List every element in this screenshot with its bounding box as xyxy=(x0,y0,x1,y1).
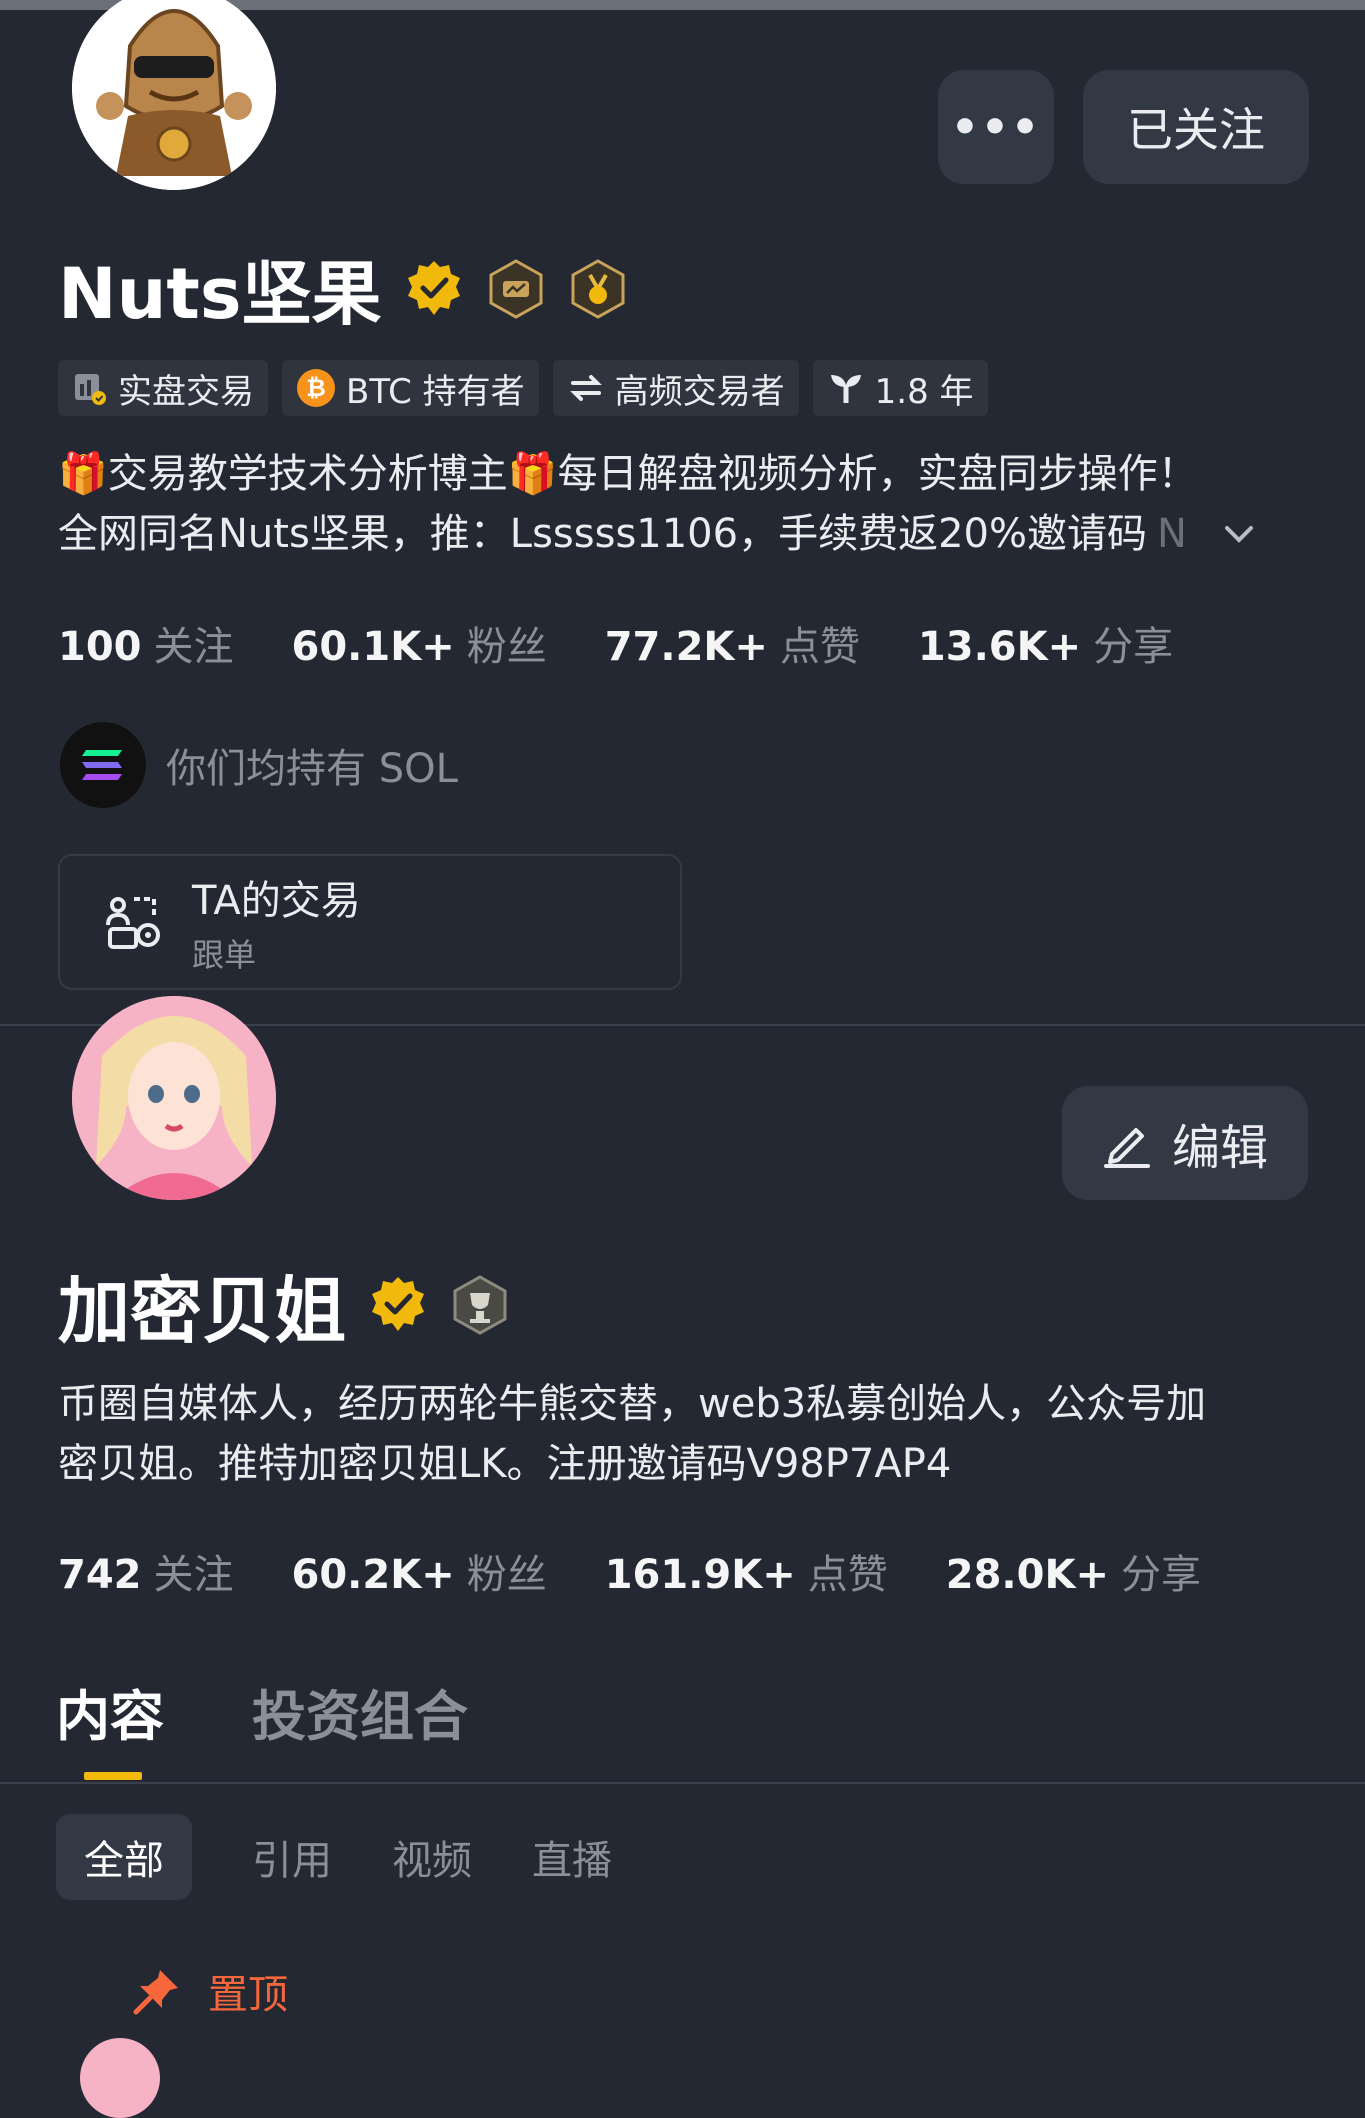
tabs-divider xyxy=(0,1782,1365,1784)
tab-content[interactable]: 内容 xyxy=(56,1672,164,1780)
bio-line: 全网同名Nuts坚果，推：Lsssss1106，手续费返20%邀请码 xyxy=(58,511,1147,557)
copy-trade-icon xyxy=(106,897,160,949)
svg-text:₿: ₿ xyxy=(306,374,326,402)
avatar-beijie[interactable] xyxy=(72,996,276,1200)
pin-icon xyxy=(133,1970,178,2015)
bio-line: 🎁交易教学技术分析博主🎁每日解盘视频分析，实盘同步操作！ xyxy=(58,451,1198,497)
tag-years[interactable]: 1.8 年 xyxy=(812,360,988,416)
profile-bio[interactable]: 🎁交易教学技术分析博主🎁每日解盘视频分析，实盘同步操作！ 全网同名Nuts坚果，… xyxy=(58,444,1318,564)
tag-label: 1.8 年 xyxy=(874,371,974,412)
stat-followers[interactable]: 60.1K+ 粉丝 xyxy=(292,614,547,672)
profile-stats: 100 关注 60.1K+ 粉丝 77.2K+ 点赞 13.6K+ 分享 xyxy=(58,614,1173,672)
tag-real-trading[interactable]: 实盘交易 xyxy=(58,360,268,416)
bio-line: 币圈自媒体人，经历两轮牛熊交替，web3私募创始人，公众号加 xyxy=(58,1381,1207,1427)
tag-btc-holder[interactable]: ₿ BTC 持有者 xyxy=(282,360,539,416)
pencil-icon xyxy=(1103,1128,1150,1168)
stat-shares: 28.0K+ 分享 xyxy=(945,1552,1201,1598)
subtab-label: 视频 xyxy=(392,1838,472,1884)
subtab-quote[interactable]: 引用 xyxy=(252,1828,332,1886)
sub-tabs: 全部 引用 视频 直播 xyxy=(56,1814,612,1900)
post-author-avatar[interactable] xyxy=(80,2038,160,2118)
subtab-label: 直播 xyxy=(532,1838,612,1884)
subtab-all[interactable]: 全部 xyxy=(56,1814,192,1900)
subtab-label: 全部 xyxy=(84,1838,164,1884)
subtab-label: 引用 xyxy=(252,1838,332,1884)
following-button[interactable]: 已关注 xyxy=(1083,70,1309,184)
chart-verify-icon xyxy=(75,374,106,405)
tab-portfolio[interactable]: 投资组合 xyxy=(252,1672,468,1751)
trade-card[interactable]: TA的交易 跟单 xyxy=(58,854,682,990)
medal-badge-icon[interactable] xyxy=(568,258,628,319)
tag-label: 实盘交易 xyxy=(118,371,254,412)
stat-likes: 77.2K+ 点赞 xyxy=(604,624,860,670)
pinned-indicator: 置顶 xyxy=(132,1962,288,2020)
subtab-video[interactable]: 视频 xyxy=(392,1828,472,1886)
trade-card-subtitle: 跟单 xyxy=(192,936,257,974)
stat-following[interactable]: 100 关注 xyxy=(58,614,234,672)
tab-label: 内容 xyxy=(56,1685,164,1748)
stat-shares: 13.6K+ 分享 xyxy=(917,624,1174,670)
main-tabs: 内容 投资组合 xyxy=(56,1672,468,1780)
stat-likes: 161.9K+ 点赞 xyxy=(604,1552,888,1598)
more-dots-icon: ••• xyxy=(950,101,1042,153)
subtab-live[interactable]: 直播 xyxy=(532,1828,612,1886)
bio-fade-text: N xyxy=(1156,511,1187,557)
common-holding[interactable]: 你们均持有 SOL xyxy=(60,722,458,808)
tab-label: 投资组合 xyxy=(252,1685,468,1748)
common-holding-text: 你们均持有 SOL xyxy=(166,746,458,792)
verified-badge-icon xyxy=(372,1276,425,1331)
sprout-icon xyxy=(830,375,861,403)
chevron-down-icon[interactable] xyxy=(1219,514,1259,554)
bitcoin-icon: ₿ xyxy=(297,369,335,407)
following-label: 已关注 xyxy=(1127,103,1265,157)
verified-badge-icon xyxy=(407,260,460,315)
more-button[interactable]: ••• xyxy=(938,70,1054,184)
sol-token-icon xyxy=(60,722,146,808)
profile-name: 加密贝姐 xyxy=(58,1269,347,1353)
tag-label: 高频交易者 xyxy=(614,371,785,412)
trade-card-title: TA的交易 xyxy=(192,878,361,924)
profile-name: Nuts坚果 xyxy=(58,253,382,335)
bio-line: 密贝姐。推特加密贝姐LK。注册邀请码V98P7AP4 xyxy=(58,1441,952,1487)
avatar-nuts[interactable] xyxy=(72,0,276,190)
pinned-label: 置顶 xyxy=(208,1972,288,2018)
stat-following[interactable]: 742 关注 xyxy=(58,1542,234,1600)
tag-label: BTC 持有者 xyxy=(346,371,525,412)
stat-followers[interactable]: 60.2K+ 粉丝 xyxy=(292,1542,547,1600)
tag-high-frequency[interactable]: 高频交易者 xyxy=(552,360,799,416)
profile-stats: 742 关注 60.2K+ 粉丝 161.9K+ 点赞 28.0K+ 分享 xyxy=(58,1542,1201,1600)
tag-row: 实盘交易 ₿ BTC 持有者 高频交易者 1.8 年 xyxy=(58,360,988,416)
exchange-arrows-icon xyxy=(569,375,602,401)
profile-bio: 币圈自媒体人，经历两轮牛熊交替，web3私募创始人，公众号加 密贝姐。推特加密贝… xyxy=(58,1374,1338,1494)
active-tab-indicator xyxy=(84,1772,142,1780)
edit-profile-button[interactable]: 编辑 xyxy=(1062,1086,1308,1200)
video-creator-badge-icon[interactable] xyxy=(486,258,546,319)
trophy-badge-icon[interactable] xyxy=(450,1274,510,1335)
edit-label: 编辑 xyxy=(1171,1120,1268,1176)
